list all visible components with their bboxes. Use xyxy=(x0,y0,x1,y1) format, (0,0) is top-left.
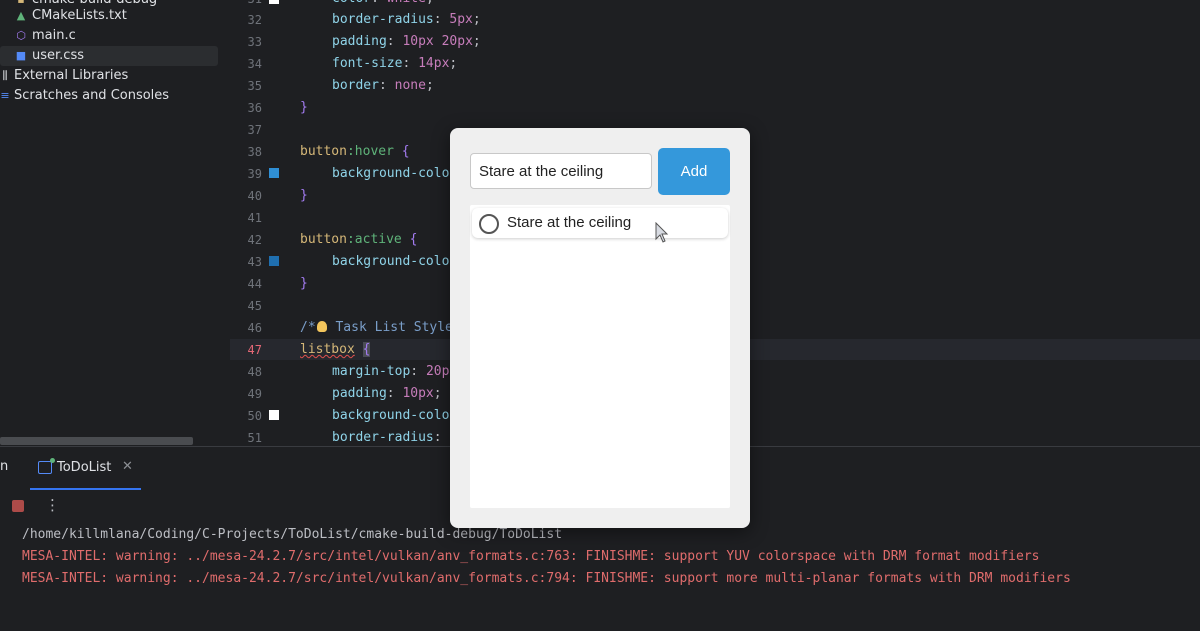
run-config-icon xyxy=(38,458,55,474)
line-number: 33 xyxy=(247,35,262,49)
line-number: 42 xyxy=(247,233,262,247)
task-input[interactable] xyxy=(470,153,652,189)
line-number: 44 xyxy=(247,277,262,291)
tab-run-fragment[interactable]: n xyxy=(0,459,8,474)
line-number: 39 xyxy=(247,167,262,181)
line-number: 49 xyxy=(247,387,262,401)
line-number: 43 xyxy=(247,255,262,269)
line-number: 32 xyxy=(247,13,262,27)
tree-item-label: External Libraries xyxy=(14,68,129,83)
line-number: 46 xyxy=(247,321,262,335)
code-line-44: } xyxy=(300,276,308,291)
line-number: 36 xyxy=(247,101,262,115)
line-number: 40 xyxy=(247,189,262,203)
code-line-32: border-radius: 5px; xyxy=(332,12,481,27)
todo-app-window: Add Stare at the ceiling xyxy=(450,128,750,528)
line-number: 51 xyxy=(247,431,262,445)
code-line-46: /* Task List Styles xyxy=(300,320,461,335)
project-tree: ▪cmake-build-debug ▲CMakeLists.txt ⬡main… xyxy=(0,0,230,446)
code-line-40: } xyxy=(300,188,308,203)
code-line-43: background-colo xyxy=(332,254,450,269)
color-swatch-white[interactable] xyxy=(269,0,279,4)
line-number: 37 xyxy=(247,123,262,137)
list-item[interactable]: Stare at the ceiling xyxy=(472,208,728,238)
css-file-icon: ■ xyxy=(15,49,27,62)
line-number: 35 xyxy=(247,79,262,93)
more-options-icon[interactable]: ⋮ xyxy=(45,496,60,514)
code-line-50: background-colo xyxy=(332,408,450,423)
code-line-36: } xyxy=(300,100,308,115)
line-number: 48 xyxy=(247,365,262,379)
tree-item-label: CMakeLists.txt xyxy=(32,8,127,23)
line-number: 45 xyxy=(247,299,262,313)
line-number: 50 xyxy=(247,409,262,423)
code-line-33: padding: 10px 20px; xyxy=(332,34,481,49)
mouse-pointer-icon xyxy=(655,222,669,243)
task-checkbox[interactable] xyxy=(479,214,499,234)
code-line-39: background-colo xyxy=(332,166,450,181)
line-number-current: 47 xyxy=(247,343,262,357)
tree-item-cmakelists[interactable]: ▲ CMakeLists.txt xyxy=(14,6,127,26)
add-button[interactable]: Add xyxy=(658,148,730,195)
console-line-error: MESA-INTEL: warning: ../mesa-24.2.7/src/… xyxy=(22,549,1040,564)
tree-horizontal-scrollbar[interactable] xyxy=(0,437,193,445)
code-line-49: padding: 10px; xyxy=(332,386,442,401)
c-file-icon: ⬡ xyxy=(16,29,26,42)
color-swatch-white[interactable] xyxy=(269,410,279,420)
stop-icon[interactable] xyxy=(12,500,24,512)
code-line-42: button:active { xyxy=(300,232,418,247)
library-icon: ⫼ xyxy=(2,69,8,82)
tree-item-main-c[interactable]: ⬡ main.c xyxy=(14,26,76,46)
line-number: 38 xyxy=(247,145,262,159)
line-number: 34 xyxy=(247,57,262,71)
tree-item-label: main.c xyxy=(32,28,76,43)
close-icon[interactable]: ✕ xyxy=(122,459,133,474)
code-line-47: listbox { xyxy=(300,342,371,357)
code-line-31: color: white; xyxy=(332,0,434,6)
line-number: 41 xyxy=(247,211,262,225)
lightbulb-icon[interactable] xyxy=(316,321,327,332)
task-label: Stare at the ceiling xyxy=(507,214,632,231)
tab-todolist[interactable]: ToDoList ✕ xyxy=(30,447,141,490)
console-line: /home/killmlana/Coding/C-Projects/ToDoLi… xyxy=(22,527,563,542)
code-line-35: border: none; xyxy=(332,78,434,93)
scratches-icon: ≡ xyxy=(0,89,10,102)
tree-item-label: user.css xyxy=(32,48,84,63)
code-line-38: button:hover { xyxy=(300,144,410,159)
tab-label: ToDoList xyxy=(57,460,112,475)
code-line-34: font-size: 14px; xyxy=(332,56,458,71)
color-swatch-hover-blue[interactable] xyxy=(269,168,279,178)
tree-item-external-libraries[interactable]: ⫼ External Libraries xyxy=(0,66,128,86)
task-list: Stare at the ceiling xyxy=(470,205,730,508)
tree-item-scratches[interactable]: ≡ Scratches and Consoles xyxy=(0,86,169,106)
console-line-error: MESA-INTEL: warning: ../mesa-24.2.7/src/… xyxy=(22,571,1071,586)
code-line-51: border-radius: xyxy=(332,430,442,445)
line-number: 31 xyxy=(230,0,262,6)
code-line-48: margin-top: 20p xyxy=(332,364,450,379)
tree-item-label: Scratches and Consoles xyxy=(14,88,170,103)
color-swatch-active-blue[interactable] xyxy=(269,256,279,266)
tree-item-user-css[interactable]: ■ user.css xyxy=(0,46,218,66)
cmake-icon: ▲ xyxy=(16,9,26,22)
